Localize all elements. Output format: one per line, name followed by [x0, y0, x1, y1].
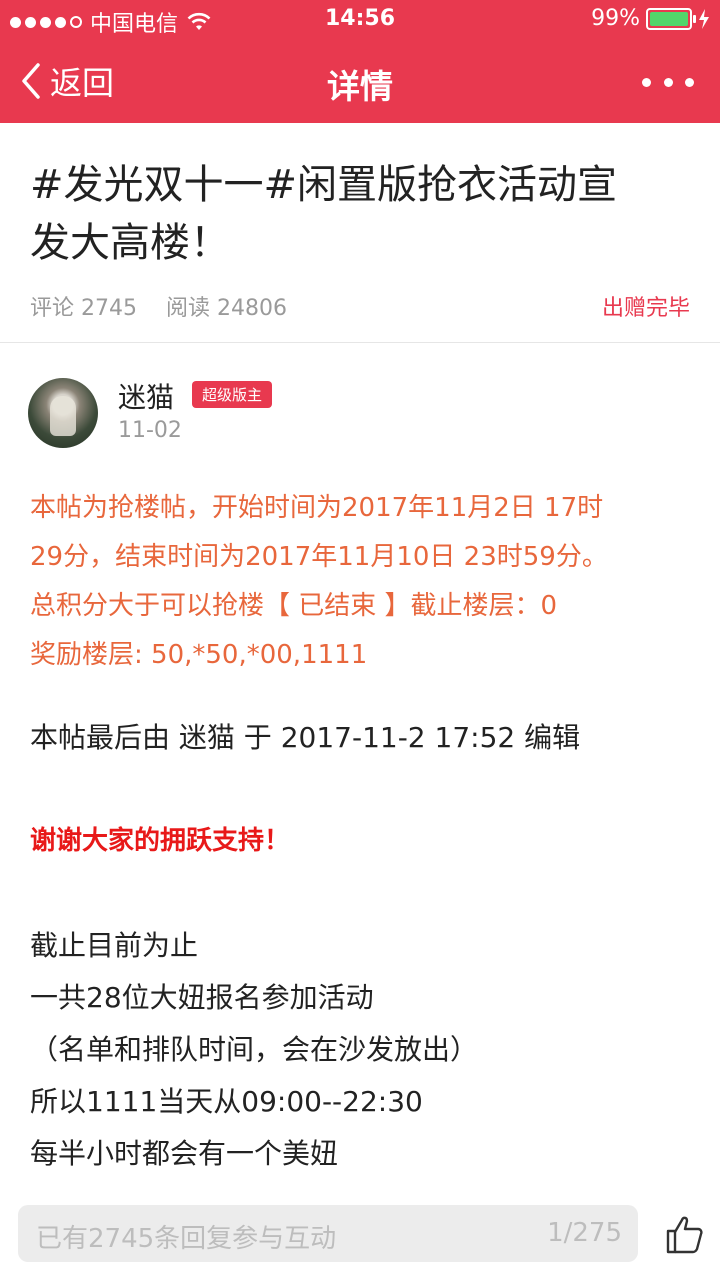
post-body: 截止目前为止 一共28位大妞报名参加活动 （名单和排队时间，会在沙发放出） 所以…	[30, 920, 700, 1180]
body-line: 每半小时都会有一个美妞	[30, 1137, 339, 1170]
reply-input[interactable]: 已有2745条回复参与互动 1/275	[18, 1205, 638, 1262]
author-role-badge: 超级版主	[192, 381, 273, 408]
page-title: 详情	[327, 67, 393, 106]
notice-line: 总积分大于可以抢楼【 已结束 】截止楼层：0	[30, 591, 558, 621]
more-options-button[interactable]	[642, 62, 694, 102]
post-date: 11-02	[118, 418, 182, 443]
post-status: 出赠完毕	[601, 296, 690, 321]
notice-line: 29分，结束时间为2017年11月10日 23时59分。	[30, 542, 608, 572]
reply-placeholder: 已有2745条回复参与互动	[36, 1224, 337, 1254]
charging-icon	[699, 8, 709, 29]
edit-note: 本帖最后由 迷猫 于 2017-11-2 17:52 编辑	[30, 721, 581, 754]
post-meta: 评论 2745 阅读 24806	[30, 290, 287, 322]
more-dot-icon	[642, 77, 651, 87]
like-icon[interactable]	[662, 1212, 706, 1256]
body-line: （名单和排队时间，会在沙发放出）	[30, 1033, 479, 1066]
author-avatar[interactable]	[28, 378, 98, 448]
page-indicator[interactable]: 1/275	[547, 1218, 622, 1248]
grab-floor-notice: 本帖为抢楼帖，开始时间为2017年11月2日 17时 29分，结束时间为2017…	[30, 484, 700, 680]
more-dot-icon	[663, 77, 673, 87]
notice-line: 奖励楼层: 50,*50,*00,1111	[30, 640, 368, 670]
notice-line: 本帖为抢楼帖，开始时间为2017年11月2日 17时	[30, 493, 604, 523]
body-line: 所以1111当天从09:00--22:30	[30, 1085, 423, 1118]
more-dot-icon	[685, 77, 694, 87]
comment-count: 评论 2745	[30, 296, 137, 321]
status-right: 99%	[591, 6, 710, 31]
post-title: #发光双十一#闲置版抢衣活动宣 发大高楼！	[30, 156, 700, 272]
body-line: 截止目前为止	[30, 929, 199, 962]
post-title-line: 发大高楼！	[30, 220, 230, 266]
read-count: 阅读 24806	[165, 296, 287, 321]
author-name[interactable]: 迷猫	[118, 376, 174, 416]
app-header: 中国电信 14:56 99% 返回 详情	[0, 0, 720, 123]
nav-bar: 返回 详情	[0, 40, 720, 123]
post-title-line: #发光双十一#闲置版抢衣活动宣	[30, 162, 618, 208]
thanks-text: 谢谢大家的拥跃支持！	[30, 826, 291, 856]
battery-percent: 99%	[591, 6, 640, 31]
divider	[0, 342, 720, 343]
status-bar: 中国电信 14:56 99%	[0, 0, 720, 40]
battery-icon	[646, 7, 696, 30]
body-line: 一共28位大妞报名参加活动	[30, 981, 374, 1014]
